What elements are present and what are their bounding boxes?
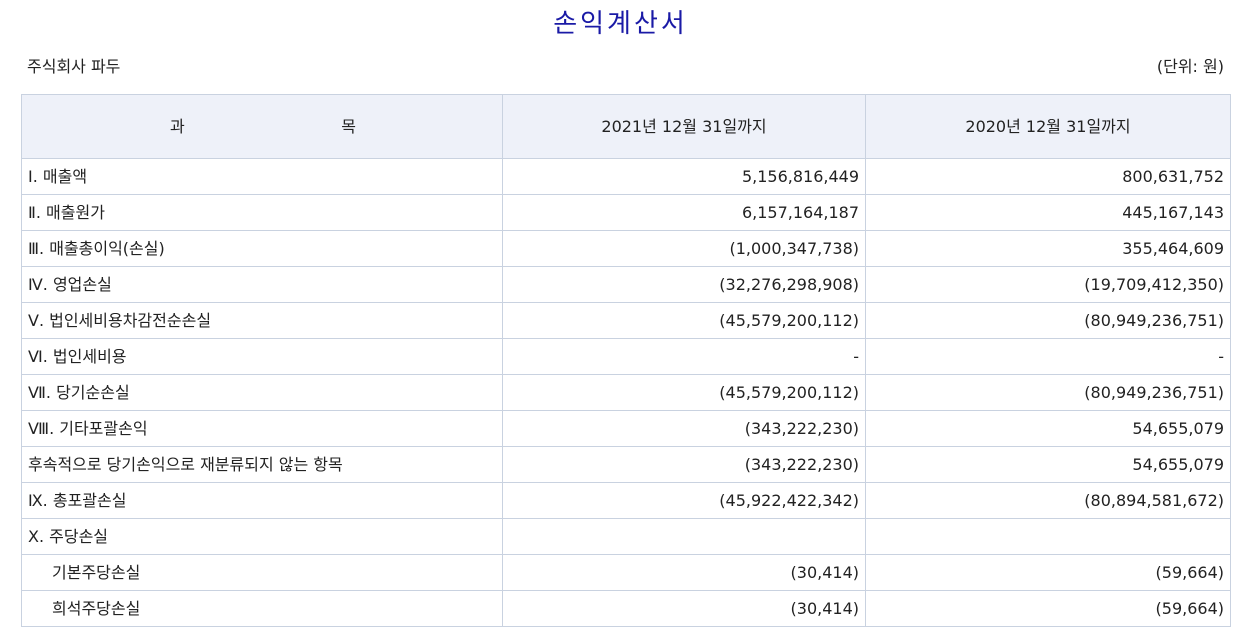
row-label: Ⅶ. 당기순손실 xyxy=(21,374,503,411)
table-row: Ⅵ. 법인세비용 - - xyxy=(21,338,1231,375)
value-2020: (80,894,581,672) xyxy=(865,482,1231,519)
value-2020: (59,664) xyxy=(865,590,1231,627)
header-2020: 2020년 12월 31일까지 xyxy=(865,94,1231,159)
value-2020: 54,655,079 xyxy=(865,410,1231,447)
value-2020: 445,167,143 xyxy=(865,194,1231,231)
row-label: 기본주당손실 xyxy=(21,554,503,591)
row-label: Ⅳ. 영업손실 xyxy=(21,266,503,303)
table-row: 희석주당손실 (30,414) (59,664) xyxy=(21,590,1231,627)
value-2021: (1,000,347,738) xyxy=(502,230,866,267)
value-2020 xyxy=(865,518,1231,555)
table-row: Ⅴ. 법인세비용차감전순손실 (45,579,200,112) (80,949,… xyxy=(21,302,1231,339)
value-2021: (30,414) xyxy=(502,590,866,627)
value-2021: (45,922,422,342) xyxy=(502,482,866,519)
document-title: 손익계산서 xyxy=(553,9,688,39)
row-label: Ⅱ. 매출원가 xyxy=(21,194,503,231)
income-statement-table: 과 목 2021년 12월 31일까지 2020년 12월 31일까지 Ⅰ. 매… xyxy=(21,94,1231,627)
value-2021: (45,579,200,112) xyxy=(502,374,866,411)
table-row: Ⅷ. 기타포괄손익 (343,222,230) 54,655,079 xyxy=(21,410,1231,447)
unit-label: (단위: 원) xyxy=(1156,57,1224,76)
table-header-row: 과 목 2021년 12월 31일까지 2020년 12월 31일까지 xyxy=(21,94,1231,159)
table-row: Ⅱ. 매출원가 6,157,164,187 445,167,143 xyxy=(21,194,1231,231)
value-2021 xyxy=(502,518,866,555)
table-row: Ⅹ. 주당손실 xyxy=(21,518,1231,555)
value-2020: 355,464,609 xyxy=(865,230,1231,267)
value-2020: (80,949,236,751) xyxy=(865,302,1231,339)
row-label: Ⅷ. 기타포괄손익 xyxy=(21,410,503,447)
value-2020: 800,631,752 xyxy=(865,158,1231,195)
table-row: Ⅲ. 매출총이익(손실) (1,000,347,738) 355,464,609 xyxy=(21,230,1231,267)
table-row: Ⅸ. 총포괄손실 (45,922,422,342) (80,894,581,67… xyxy=(21,482,1231,519)
row-label: Ⅲ. 매출총이익(손실) xyxy=(21,230,503,267)
value-2021: (343,222,230) xyxy=(502,446,866,483)
table-row: Ⅶ. 당기순손실 (45,579,200,112) (80,949,236,75… xyxy=(21,374,1231,411)
table-row: 후속적으로 당기손익으로 재분류되지 않는 항목 (343,222,230) 5… xyxy=(21,446,1231,483)
value-2021: - xyxy=(502,338,866,375)
header-subject: 과 목 xyxy=(21,94,503,159)
header-subject-right: 목 xyxy=(341,116,356,136)
value-2020: (59,664) xyxy=(865,554,1231,591)
value-2020: (19,709,412,350) xyxy=(865,266,1231,303)
header-subject-left: 과 xyxy=(170,116,185,136)
value-2021: 6,157,164,187 xyxy=(502,194,866,231)
header-2021: 2021년 12월 31일까지 xyxy=(502,94,866,159)
value-2021: (45,579,200,112) xyxy=(502,302,866,339)
row-label: Ⅴ. 법인세비용차감전순손실 xyxy=(21,302,503,339)
table-row: 기본주당손실 (30,414) (59,664) xyxy=(21,554,1231,591)
row-label: 후속적으로 당기손익으로 재분류되지 않는 항목 xyxy=(21,446,503,483)
table-row: Ⅳ. 영업손실 (32,276,298,908) (19,709,412,350… xyxy=(21,266,1231,303)
row-label: 희석주당손실 xyxy=(21,590,503,627)
page: 손익계산서 주식회사 파두 (단위: 원) 과 목 2021년 12월 31일까… xyxy=(0,0,1241,637)
value-2021: (30,414) xyxy=(502,554,866,591)
row-label: Ⅸ. 총포괄손실 xyxy=(21,482,503,519)
row-label: Ⅹ. 주당손실 xyxy=(21,518,503,555)
company-name: 주식회사 파두 xyxy=(27,57,121,76)
value-2020: - xyxy=(865,338,1231,375)
value-2020: 54,655,079 xyxy=(865,446,1231,483)
value-2020: (80,949,236,751) xyxy=(865,374,1231,411)
value-2021: (32,276,298,908) xyxy=(502,266,866,303)
value-2021: (343,222,230) xyxy=(502,410,866,447)
row-label: Ⅰ. 매출액 xyxy=(21,158,503,195)
table-row: Ⅰ. 매출액 5,156,816,449 800,631,752 xyxy=(21,158,1231,195)
value-2021: 5,156,816,449 xyxy=(502,158,866,195)
row-label: Ⅵ. 법인세비용 xyxy=(21,338,503,375)
